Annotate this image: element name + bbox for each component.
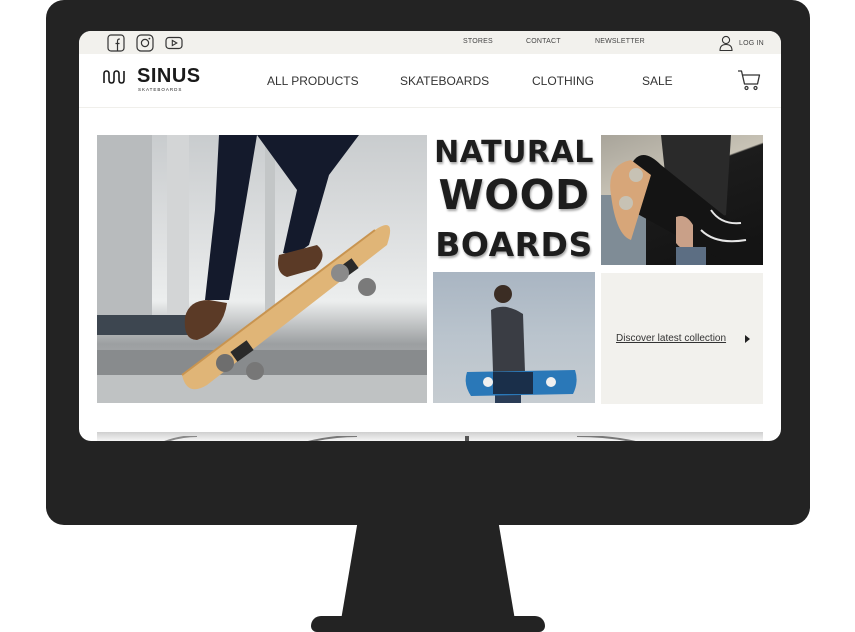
skater-walking-photo[interactable] [433,272,595,403]
youtube-icon[interactable] [165,34,183,52]
shopping-cart-icon[interactable] [737,69,761,91]
arrow-right-icon[interactable] [745,335,750,343]
nav-skateboards[interactable]: SKATEBOARDS [400,74,489,88]
skater-walking-image [465,285,577,403]
logo-text[interactable]: SINUS [137,66,201,86]
monitor-stand-base [311,616,545,632]
natural-wood-boards-banner[interactable]: NATURAL WOOD BOARDS [433,135,595,266]
next-section-preview [97,432,763,441]
board-carry-image [601,135,761,265]
newsletter-link[interactable]: NEWSLETTER [595,38,645,45]
main-header: SINUS SKATEBOARDS ALL PRODUCTS SKATEBOAR… [79,54,781,108]
monitor-stand-neck [340,522,516,626]
nav-sale[interactable]: SALE [642,74,673,88]
discover-collection-tile: Discover latest collection [601,273,763,404]
logo-wave-icon[interactable] [103,70,125,84]
skater-image [97,135,427,403]
utility-bar: STORES CONTACT NEWSLETTER LOG IN [79,31,781,54]
nav-all-products[interactable]: ALL PRODUCTS [267,74,359,88]
user-icon [719,35,733,51]
headline-natural: NATURAL [434,135,594,170]
headline-boards: BOARDS [435,225,593,264]
nav-clothing[interactable]: CLOTHING [532,74,594,88]
instagram-icon[interactable] [136,34,154,52]
facebook-icon[interactable] [107,34,125,52]
website-screen: STORES CONTACT NEWSLETTER LOG IN SINUS S… [79,31,781,441]
logo-subtitle: SKATEBOARDS [138,87,183,92]
login-label: LOG IN [739,39,764,47]
next-section-image [164,435,636,441]
stores-link[interactable]: STORES [463,38,493,45]
headline-wood: WOOD [438,171,590,219]
board-closeup-photo[interactable] [601,135,763,265]
discover-collection-link[interactable]: Discover latest collection [616,333,726,344]
login-button[interactable]: LOG IN [719,35,764,51]
hero-skateboard-photo[interactable] [97,135,427,403]
contact-link[interactable]: CONTACT [526,38,561,45]
